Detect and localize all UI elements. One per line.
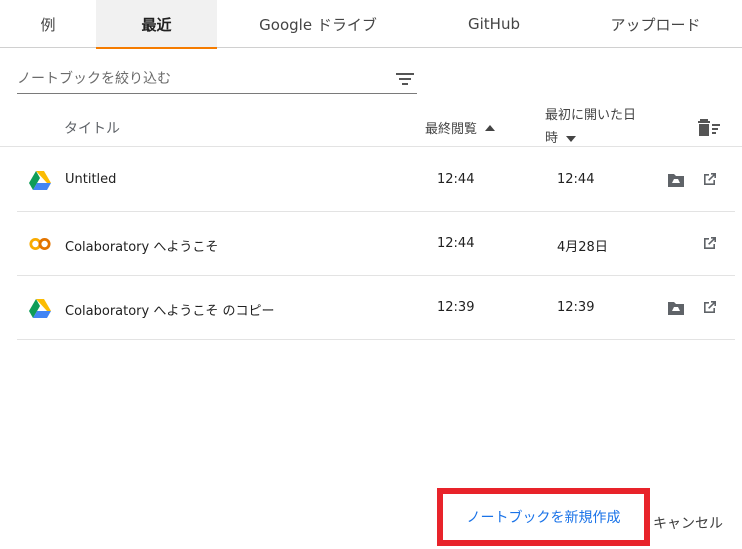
new-notebook-button[interactable]: ノートブックを新規作成 bbox=[443, 494, 644, 540]
notebook-filter bbox=[17, 64, 417, 94]
cancel-button[interactable]: キャンセル bbox=[653, 513, 723, 533]
header-first-opened[interactable]: 最初に開いた日 時 bbox=[545, 104, 655, 150]
table-row[interactable]: Colaboratory へようこそ のコピー 12:39 12:39 bbox=[17, 276, 735, 340]
drive-folder-icon[interactable] bbox=[667, 172, 685, 188]
table-row[interactable]: Colaboratory へようこそ 12:44 4月28日 bbox=[17, 212, 735, 276]
first-opened-time: 12:44 bbox=[557, 172, 595, 187]
drive-folder-icon[interactable] bbox=[667, 300, 685, 316]
colab-icon bbox=[29, 238, 51, 250]
header-title[interactable]: タイトル bbox=[64, 118, 120, 138]
open-in-new-tab-icon[interactable] bbox=[702, 171, 718, 187]
google-drive-icon bbox=[29, 299, 51, 318]
last-viewed-time: 12:44 bbox=[437, 236, 475, 251]
filter-input[interactable] bbox=[17, 66, 377, 92]
header-last-viewed-label: 最終閲覧 bbox=[425, 122, 478, 137]
notebook-title[interactable]: Colaboratory へようこそ のコピー bbox=[65, 300, 274, 319]
tab-bar: 例 最近 Google ドライブ GitHub アップロード bbox=[0, 0, 742, 49]
last-viewed-time: 12:44 bbox=[437, 172, 475, 187]
tab-google-drive[interactable]: Google ドライブ bbox=[217, 0, 419, 48]
tab-examples[interactable]: 例 bbox=[0, 0, 96, 48]
header-last-viewed[interactable]: 最終閲覧 bbox=[425, 118, 496, 137]
header-first-opened-line2-wrap: 時 bbox=[545, 127, 655, 150]
google-drive-icon bbox=[29, 171, 51, 190]
tab-recent[interactable]: 最近 bbox=[96, 0, 217, 49]
sort-descending-icon bbox=[566, 135, 577, 142]
header-first-opened-line1: 最初に開いた日 bbox=[545, 108, 637, 123]
tab-upload[interactable]: アップロード bbox=[569, 0, 742, 48]
table-header: タイトル 最終閲覧 最初に開いた日 時 bbox=[0, 100, 742, 147]
tab-github[interactable]: GitHub bbox=[419, 0, 569, 48]
header-first-opened-line2: 時 bbox=[545, 131, 559, 146]
filter-list-icon[interactable] bbox=[395, 70, 415, 88]
first-opened-time: 4月28日 bbox=[557, 240, 608, 255]
open-in-new-tab-icon[interactable] bbox=[702, 299, 718, 315]
notebook-title[interactable]: Untitled bbox=[65, 172, 116, 187]
delete-sweep-icon[interactable] bbox=[698, 118, 720, 136]
first-opened-time: 12:39 bbox=[557, 300, 595, 315]
last-viewed-time: 12:39 bbox=[437, 300, 475, 315]
sort-ascending-icon bbox=[485, 124, 496, 131]
notebook-title[interactable]: Colaboratory へようこそ bbox=[65, 236, 218, 255]
new-notebook-highlight: ノートブックを新規作成 bbox=[437, 488, 650, 546]
open-notebook-dialog: 例 最近 Google ドライブ GitHub アップロード タイトル 最終閲覧… bbox=[0, 0, 742, 549]
table-row[interactable]: Untitled 12:44 12:44 bbox=[17, 148, 735, 212]
open-in-new-tab-icon[interactable] bbox=[702, 235, 718, 251]
